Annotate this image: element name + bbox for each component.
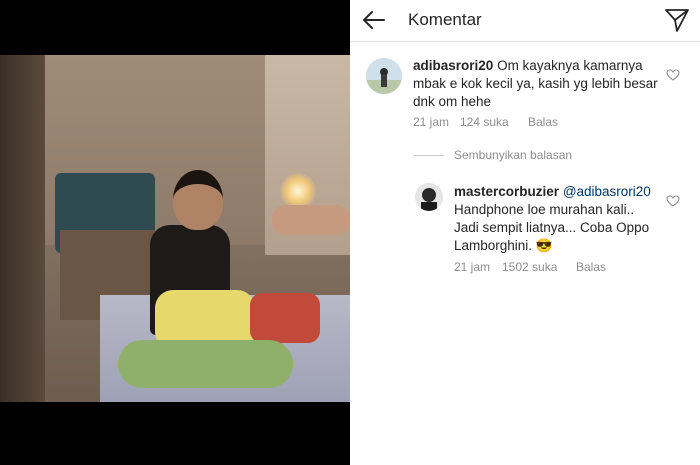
avatar-image bbox=[366, 58, 402, 94]
scene-bolster bbox=[118, 340, 293, 388]
reply-button[interactable]: Balas bbox=[528, 115, 558, 129]
scene-candle bbox=[280, 173, 316, 209]
reply-time: 21 jam bbox=[454, 260, 491, 274]
paper-plane-icon[interactable] bbox=[663, 6, 691, 34]
comment-meta: 21 jam 124 suka Balas bbox=[413, 115, 558, 129]
reply-mention[interactable]: @adibasrori20 bbox=[563, 184, 651, 199]
scene-hand bbox=[272, 205, 350, 235]
avatar[interactable] bbox=[366, 58, 402, 94]
arrow-left-icon[interactable] bbox=[360, 6, 388, 34]
video-thumbnail[interactable] bbox=[0, 55, 350, 402]
avatar-image bbox=[415, 183, 443, 211]
reply-likes[interactable]: 1502 suka bbox=[502, 260, 576, 274]
page-title: Komentar bbox=[408, 10, 482, 29]
divider bbox=[414, 154, 444, 156]
scene-person-head bbox=[173, 170, 223, 230]
heart-outline-icon[interactable] bbox=[666, 194, 680, 208]
sunglasses-emoji: 😎 bbox=[535, 238, 553, 253]
reply-text-line: Lamborghini. bbox=[454, 238, 533, 253]
comments-header: Komentar bbox=[350, 0, 700, 42]
reply-body: mastercorbuzier @adibasrori20 Handphone … bbox=[454, 183, 659, 255]
scene-blanket-red bbox=[250, 293, 320, 343]
video-panel bbox=[0, 0, 350, 465]
reply-username[interactable]: mastercorbuzier bbox=[454, 184, 559, 199]
heart-outline-icon[interactable] bbox=[666, 68, 680, 82]
reply-button[interactable]: Balas bbox=[576, 260, 606, 274]
reply-text-line: Jadi sempit liatnya... Coba Oppo bbox=[454, 220, 650, 235]
comment-time: 21 jam bbox=[413, 115, 450, 129]
reply-text-line: Handphone loe murahan kali.. bbox=[454, 202, 635, 217]
comment-body: adibasrori20 Om kayaknya kamarnya mbak e… bbox=[413, 57, 668, 111]
hide-replies-label: Sembunyikan balasan bbox=[454, 148, 573, 162]
hide-replies-toggle[interactable]: Sembunyikan balasan bbox=[414, 148, 572, 162]
comment-username[interactable]: adibasrori20 bbox=[413, 58, 493, 73]
scene-door bbox=[0, 55, 45, 402]
comment-likes[interactable]: 124 suka bbox=[460, 115, 528, 129]
comments-panel: Komentar adibasrori20 Om kayaknya kamarn… bbox=[350, 0, 700, 465]
avatar[interactable] bbox=[415, 183, 443, 211]
reply-meta: 21 jam 1502 suka Balas bbox=[454, 260, 606, 274]
